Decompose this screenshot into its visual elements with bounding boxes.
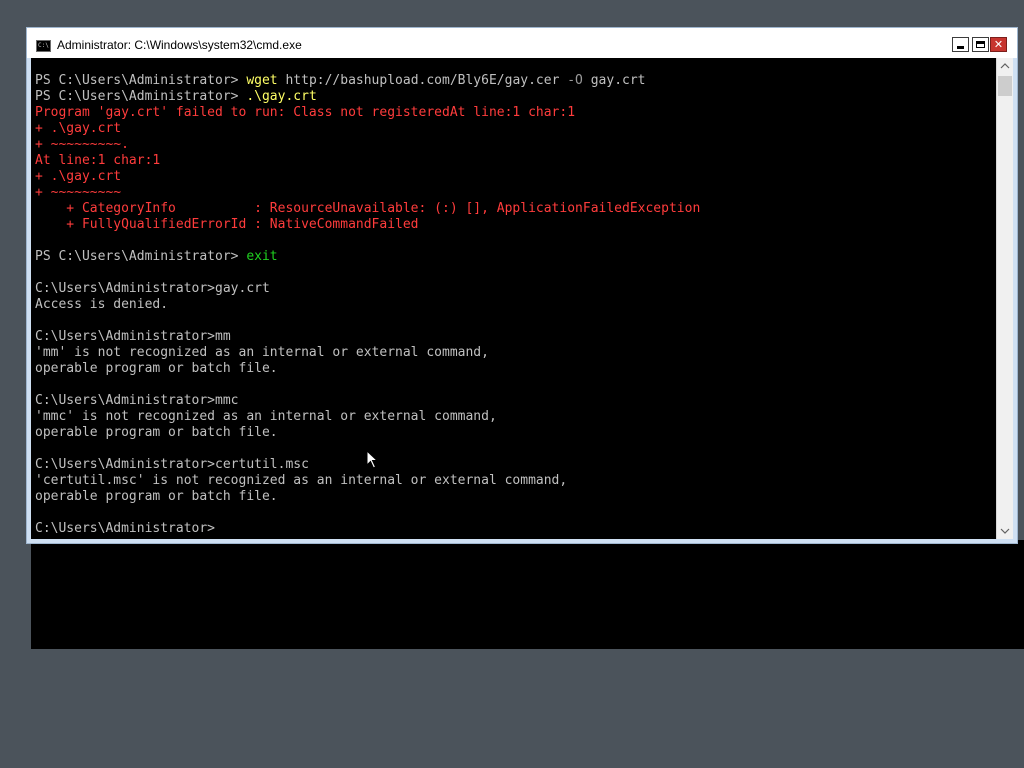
console-segment: gay.crt <box>582 73 646 88</box>
console-line: C:\Users\Administrator> <box>35 521 700 537</box>
console-segment: + CategoryInfo : ResourceUnavailable: (:… <box>35 201 701 216</box>
console-segment: + .\gay.crt <box>35 169 122 184</box>
console-line: + ~~~~~~~~~ <box>35 185 700 201</box>
console-segment: operable program or batch file. <box>35 489 278 504</box>
console-line: Program 'gay.crt' failed to run: Class n… <box>35 105 700 121</box>
console-segment: operable program or batch file. <box>35 425 278 440</box>
background-console-area <box>31 540 1024 649</box>
console-segment: exit <box>246 249 278 264</box>
console-segment: At line:1 char:1 <box>35 153 161 168</box>
console-line: + FullyQualifiedErrorId : NativeCommandF… <box>35 217 700 233</box>
cmd-window[interactable]: C:\ Administrator: C:\Windows\system32\c… <box>26 27 1018 544</box>
console-segment: PS C:\Users\Administrator> <box>35 249 247 264</box>
console-segment: + ~~~~~~~~~ <box>35 185 122 200</box>
console-segment: wget <box>246 73 278 88</box>
console-segment: 'mm' is not recognized as an internal or… <box>35 345 489 360</box>
console-line: Access is denied. <box>35 297 700 313</box>
console-line: PS C:\Users\Administrator> wget http://b… <box>35 73 700 89</box>
console-segment: C:\Users\Administrator>gay.crt <box>35 281 270 296</box>
cmd-icon[interactable]: C:\ <box>36 40 51 52</box>
console-line: operable program or batch file. <box>35 489 700 505</box>
title-bar[interactable]: C:\ Administrator: C:\Windows\system32\c… <box>27 28 1017 58</box>
console-line: 'mm' is not recognized as an internal or… <box>35 345 700 361</box>
maximize-button[interactable] <box>972 37 989 52</box>
console-segment: PS C:\Users\Administrator> <box>35 73 247 88</box>
close-button[interactable]: ✕ <box>990 37 1007 52</box>
console-line: operable program or batch file. <box>35 425 700 441</box>
chevron-down-icon <box>1000 528 1010 534</box>
scroll-up-button[interactable] <box>997 58 1013 74</box>
console-line: + .\gay.crt <box>35 121 700 137</box>
console-segment: + FullyQualifiedErrorId : NativeCommandF… <box>35 217 419 232</box>
console-line: C:\Users\Administrator>mmc <box>35 393 700 409</box>
window-title: Administrator: C:\Windows\system32\cmd.e… <box>57 38 302 52</box>
maximize-icon <box>976 41 985 48</box>
console-segment: + .\gay.crt <box>35 121 122 136</box>
vertical-scrollbar[interactable] <box>996 58 1013 539</box>
console-segment: http://bashupload.com/Bly6E/gay.cer <box>277 73 568 88</box>
console-segment: PS C:\Users\Administrator> <box>35 89 247 104</box>
mouse-cursor-icon <box>366 450 379 469</box>
console-line: At line:1 char:1 <box>35 153 700 169</box>
minimize-button[interactable] <box>952 37 969 52</box>
console-segment: 'certutil.msc' is not recognized as an i… <box>35 473 568 488</box>
console-segment: 'mmc' is not recognized as an internal o… <box>35 409 497 424</box>
console-segment: + ~~~~~~~~~. <box>35 137 129 152</box>
chevron-up-icon <box>1000 63 1010 69</box>
close-icon: ✕ <box>993 38 1004 51</box>
console-line: PS C:\Users\Administrator> .\gay.crt <box>35 89 700 105</box>
console-segment: .\gay.crt <box>246 89 317 104</box>
console-line: 'certutil.msc' is not recognized as an i… <box>35 473 700 489</box>
console-segment: C:\Users\Administrator>certutil.msc <box>35 457 309 472</box>
console-segment: C:\Users\Administrator>mm <box>35 329 231 344</box>
console-line: C:\Users\Administrator>gay.crt <box>35 281 700 297</box>
console-line: + ~~~~~~~~~. <box>35 137 700 153</box>
console-segment: Program 'gay.crt' failed to run: Class n… <box>35 105 576 120</box>
console-line: PS C:\Users\Administrator> exit <box>35 249 700 265</box>
console-line: + CategoryInfo : ResourceUnavailable: (:… <box>35 201 700 217</box>
minimize-icon <box>957 46 964 49</box>
scroll-thumb[interactable] <box>998 76 1012 96</box>
console-line: operable program or batch file. <box>35 361 700 377</box>
console-line: + .\gay.crt <box>35 169 700 185</box>
scroll-down-button[interactable] <box>997 523 1013 539</box>
console-segment: C:\Users\Administrator> <box>35 521 216 536</box>
console-segment: operable program or batch file. <box>35 361 278 376</box>
console-segment: -O <box>567 73 583 88</box>
console-segment: C:\Users\Administrator>mmc <box>35 393 239 408</box>
console-line: C:\Users\Administrator>mm <box>35 329 700 345</box>
console-segment: Access is denied. <box>35 297 169 312</box>
console-output[interactable]: PS C:\Users\Administrator> wget http://b… <box>31 58 996 539</box>
console-line: 'mmc' is not recognized as an internal o… <box>35 409 700 425</box>
